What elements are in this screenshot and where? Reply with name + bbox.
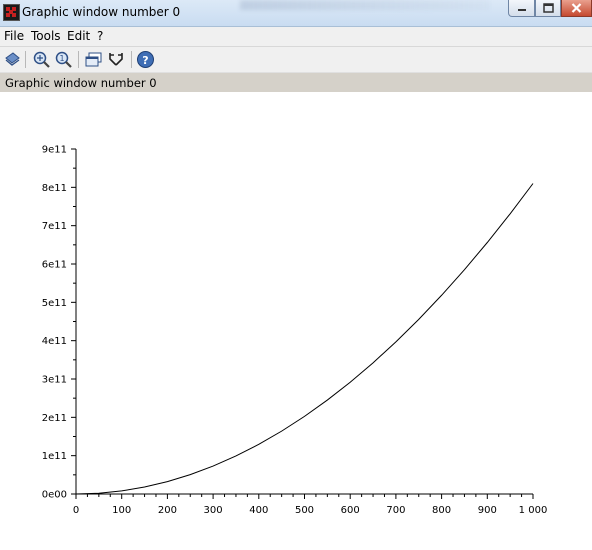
x-tick-label: 0 <box>73 505 79 516</box>
background-window-text <box>240 0 490 10</box>
menu-edit[interactable]: Edit <box>67 29 90 43</box>
minimize-icon <box>517 9 526 11</box>
rotate-button[interactable] <box>3 50 22 69</box>
zoom-reset-button[interactable]: 1 <box>54 50 73 69</box>
x-tick-label: 900 <box>478 505 497 516</box>
x-tick-label: 100 <box>112 505 131 516</box>
minimize-button[interactable] <box>508 0 535 17</box>
help-button[interactable]: ? <box>136 50 155 69</box>
plot-canvas[interactable]: 0 100 200 300 400 500 600 700 800 900 1 000 0e00 1e1… <box>0 93 592 550</box>
datatip-icon <box>109 53 123 66</box>
toolbar-separator <box>78 51 79 68</box>
maximize-button[interactable] <box>535 0 561 17</box>
y-tick-label: 7e11 <box>42 221 67 232</box>
maximize-icon <box>542 3 554 13</box>
x-tick-label: 1 000 <box>519 505 548 516</box>
x-tick-label: 400 <box>249 505 268 516</box>
menu-help[interactable]: ? <box>97 29 103 43</box>
x-tick-label: 300 <box>204 505 223 516</box>
menu-bar: File Tools Edit ? <box>0 27 592 47</box>
x-tick-label: 500 <box>295 505 314 516</box>
x-tick-label: 200 <box>158 505 177 516</box>
y-tick-label: 4e11 <box>42 336 67 347</box>
y-tick-label: 2e11 <box>42 413 67 424</box>
y-tick-label: 6e11 <box>42 260 67 271</box>
close-icon <box>571 3 582 13</box>
scilab-app-icon <box>3 4 20 21</box>
x-tick-label: 800 <box>432 505 451 516</box>
title-bar[interactable]: Graphic window number 0 <box>0 0 592 27</box>
y-tick-label: 3e11 <box>42 375 67 386</box>
line-chart: 0 100 200 300 400 500 600 700 800 900 1 000 0e00 1e1… <box>42 145 548 517</box>
toolbar-separator <box>131 51 132 68</box>
toolbar-separator <box>25 51 26 68</box>
window-title: Graphic window number 0 <box>22 5 181 19</box>
datatip-button[interactable] <box>107 50 126 69</box>
rotate-icon <box>5 52 20 66</box>
help-icon: ? <box>137 51 154 68</box>
info-bar-text: Graphic window number 0 <box>5 76 157 90</box>
svg-text:1: 1 <box>60 54 65 63</box>
close-button[interactable] <box>561 0 592 17</box>
menu-file[interactable]: File <box>4 29 24 43</box>
new-window-button[interactable] <box>84 50 103 69</box>
x-tick-label: 600 <box>341 505 360 516</box>
zoom-in-button[interactable] <box>32 50 51 69</box>
y-tick-label: 8e11 <box>42 183 67 194</box>
y-tick-label: 9e11 <box>42 145 67 156</box>
zoom-reset-icon: 1 <box>55 51 72 68</box>
zoom-in-icon <box>33 51 50 68</box>
y-tick-label: 0e00 <box>42 490 67 501</box>
menu-tools[interactable]: Tools <box>31 29 61 43</box>
series-line <box>75 183 534 495</box>
y-tick-label: 5e11 <box>42 298 67 309</box>
info-bar: Graphic window number 0 <box>0 73 592 92</box>
y-tick-label: 1e11 <box>42 451 67 462</box>
toolbar: 1 ? <box>0 47 592 73</box>
svg-text:?: ? <box>142 54 148 67</box>
x-tick-label: 700 <box>386 505 405 516</box>
window-icon <box>85 52 102 67</box>
